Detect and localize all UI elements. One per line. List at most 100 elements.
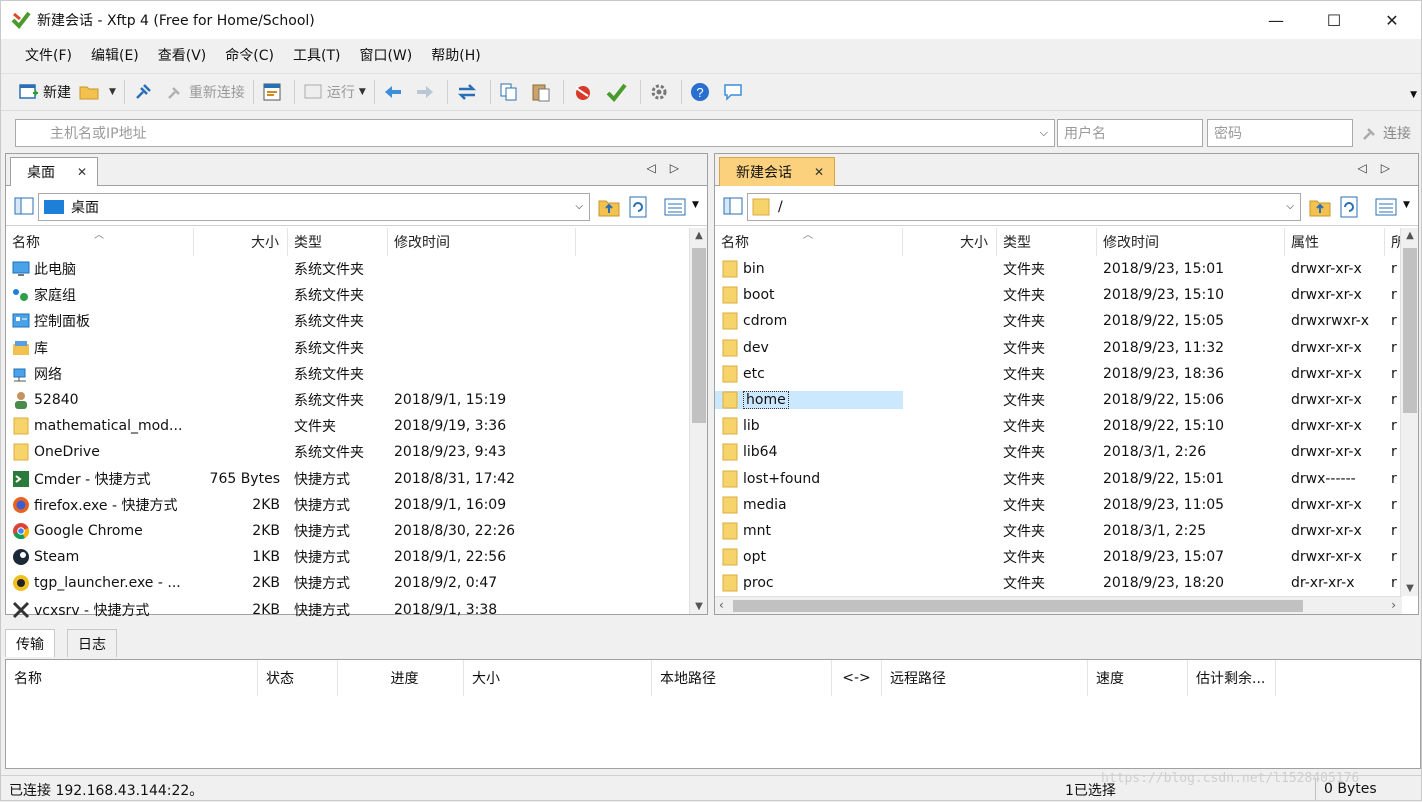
open-button[interactable]: ▼: [79, 77, 116, 107]
table-row[interactable]: mathematical_mod... 文件夹 2018/9/19, 3:36: [6, 413, 707, 439]
scroll-down-icon[interactable]: ▼: [690, 601, 708, 612]
col-type[interactable]: 类型: [997, 228, 1097, 256]
table-row[interactable]: Cmder - 快捷方式 765 Bytes 快捷方式 2018/8/31, 17:4…: [6, 466, 707, 492]
col-owner[interactable]: 所: [1385, 228, 1405, 256]
tab-scroll-arrows[interactable]: ◁▷: [647, 161, 693, 175]
table-row[interactable]: etc 文件夹 2018/9/23, 18:36 drwxr-xr-x r: [715, 361, 1418, 387]
remote-vertical-scrollbar[interactable]: ▲ ▼: [1400, 228, 1418, 596]
tcol-direction[interactable]: <->: [832, 660, 882, 696]
scroll-thumb[interactable]: [1403, 248, 1417, 413]
table-row[interactable]: Steam 1KB 快捷方式 2018/9/1, 22:56: [6, 544, 707, 570]
open-dropdown-icon[interactable]: ▼: [109, 87, 116, 97]
table-row[interactable]: lib 文件夹 2018/9/22, 15:10 drwxr-xr-x r: [715, 413, 1418, 439]
tcol-status[interactable]: 状态: [258, 660, 338, 696]
chevron-down-icon[interactable]: ⌵: [575, 201, 583, 212]
table-row[interactable]: 家庭组 系统文件夹: [6, 282, 707, 308]
tab-log[interactable]: 日志: [67, 629, 117, 657]
table-row[interactable]: home 文件夹 2018/9/22, 15:06 drwxr-xr-x r: [715, 387, 1418, 413]
scroll-thumb[interactable]: [692, 248, 706, 423]
toolbar-overflow-icon[interactable]: ▼: [1410, 90, 1417, 100]
tcol-progress[interactable]: 进度: [338, 660, 464, 696]
table-row[interactable]: 库 系统文件夹: [6, 335, 707, 361]
tcol-size[interactable]: 大小: [464, 660, 652, 696]
back-button[interactable]: [383, 77, 407, 107]
scroll-right-icon[interactable]: ›: [1391, 598, 1396, 612]
view-dropdown-icon[interactable]: ▼: [1403, 200, 1410, 210]
xftp-button[interactable]: [606, 77, 632, 107]
help-button[interactable]: ?: [690, 77, 714, 107]
tcol-remote-path[interactable]: 远程路径: [882, 660, 1088, 696]
forward-button[interactable]: [415, 77, 439, 107]
tcol-name[interactable]: 名称: [6, 660, 258, 696]
table-row[interactable]: 52840 系统文件夹 2018/9/1, 15:19: [6, 387, 707, 413]
username-input[interactable]: 用户名: [1057, 119, 1203, 147]
col-attributes[interactable]: 属性: [1285, 228, 1385, 256]
menu-command[interactable]: 命令(C): [225, 45, 274, 65]
close-icon[interactable]: ✕: [814, 165, 824, 179]
table-row[interactable]: 网络 系统文件夹: [6, 361, 707, 387]
menu-window[interactable]: 窗口(W): [359, 45, 412, 65]
folder-up-icon[interactable]: [1309, 196, 1331, 218]
tcol-eta[interactable]: 估计剩余...: [1188, 660, 1276, 696]
col-type[interactable]: 类型: [288, 228, 388, 256]
connect-button[interactable]: 连接: [1361, 123, 1411, 143]
table-row[interactable]: Google Chrome 2KB 快捷方式 2018/8/30, 22:26: [6, 518, 707, 544]
scroll-up-icon[interactable]: ▲: [1401, 230, 1419, 241]
view-mode-icon[interactable]: [1375, 196, 1397, 218]
table-row[interactable]: bin 文件夹 2018/9/23, 15:01 drwxr-xr-x r: [715, 256, 1418, 282]
table-row[interactable]: mnt 文件夹 2018/3/1, 2:25 drwxr-xr-x r: [715, 518, 1418, 544]
table-row[interactable]: OneDrive 系统文件夹 2018/9/23, 9:43: [6, 439, 707, 465]
table-row[interactable]: firefox.exe - 快捷方式 2KB 快捷方式 2018/9/1, 16:09: [6, 492, 707, 518]
table-row[interactable]: opt 文件夹 2018/9/23, 15:07 drwxr-xr-x r: [715, 544, 1418, 570]
close-icon[interactable]: ✕: [77, 165, 87, 179]
xshell-button[interactable]: [572, 77, 598, 107]
minimize-button[interactable]: —: [1247, 1, 1305, 39]
col-name[interactable]: 名称 ︿: [6, 228, 194, 256]
table-row[interactable]: vcxsrv - 快捷方式 2KB 快捷方式 2018/9/1, 3:38: [6, 596, 707, 622]
tab-transfer[interactable]: 传输: [5, 629, 55, 657]
tree-toggle-icon[interactable]: [14, 196, 34, 216]
remote-path-combo[interactable]: / ⌵: [747, 193, 1301, 221]
tcol-local-path[interactable]: 本地路径: [652, 660, 832, 696]
col-name[interactable]: 名称 ︿: [715, 228, 903, 256]
table-row[interactable]: 此电脑 系统文件夹: [6, 256, 707, 282]
tab-new-session[interactable]: 新建会话 ✕: [719, 157, 836, 186]
new-session-button[interactable]: 新建: [19, 77, 71, 107]
menu-help[interactable]: 帮助(H): [431, 45, 480, 65]
password-input[interactable]: 密码: [1207, 119, 1353, 147]
tree-toggle-icon[interactable]: [723, 196, 743, 216]
view-dropdown-icon[interactable]: ▼: [692, 200, 699, 210]
table-row[interactable]: tgp_launcher.exe - ... 2KB 快捷方式 2018/9/2, 0…: [6, 570, 707, 596]
folder-up-icon[interactable]: [598, 196, 620, 218]
local-path-combo[interactable]: 桌面 ⌵: [38, 193, 590, 221]
copy-button[interactable]: [499, 77, 523, 107]
host-dropdown-icon[interactable]: ⌵: [1040, 126, 1048, 140]
table-row[interactable]: 控制面板 系统文件夹: [6, 308, 707, 334]
col-size[interactable]: 大小: [903, 228, 997, 256]
table-row[interactable]: dev 文件夹 2018/9/23, 11:32 drwxr-xr-x r: [715, 335, 1418, 361]
close-button[interactable]: ✕: [1363, 1, 1421, 39]
menu-tools[interactable]: 工具(T): [293, 45, 340, 65]
table-row[interactable]: lost+found 文件夹 2018/9/22, 15:01 drwx------ r: [715, 466, 1418, 492]
tab-desktop[interactable]: 桌面 ✕: [10, 157, 99, 186]
table-row[interactable]: lib64 文件夹 2018/3/1, 2:26 drwxr-xr-x r: [715, 439, 1418, 465]
col-size[interactable]: 大小: [194, 228, 288, 256]
scroll-thumb[interactable]: [733, 600, 1303, 612]
settings-button[interactable]: [649, 77, 673, 107]
tab-scroll-arrows[interactable]: ◁▷: [1358, 161, 1404, 175]
run-dropdown-icon[interactable]: ▼: [359, 87, 366, 97]
paste-button[interactable]: [531, 77, 555, 107]
feedback-button[interactable]: [722, 77, 748, 107]
tcol-speed[interactable]: 速度: [1088, 660, 1188, 696]
table-row[interactable]: media 文件夹 2018/9/23, 11:05 drwxr-xr-x r: [715, 492, 1418, 518]
connect-toolbar-button[interactable]: [133, 77, 157, 107]
view-mode-icon[interactable]: [664, 196, 686, 218]
table-row[interactable]: proc 文件夹 2018/9/23, 18:20 dr-xr-xr-x r: [715, 570, 1418, 596]
col-modified[interactable]: 修改时间: [388, 228, 576, 256]
menu-edit[interactable]: 编辑(E): [91, 45, 139, 65]
scroll-left-icon[interactable]: ‹: [719, 598, 724, 612]
remote-horizontal-scrollbar[interactable]: ‹ ›: [715, 596, 1402, 614]
maximize-button[interactable]: ☐: [1305, 1, 1363, 39]
sync-button[interactable]: [456, 77, 482, 107]
local-vertical-scrollbar[interactable]: ▲ ▼: [689, 228, 707, 614]
